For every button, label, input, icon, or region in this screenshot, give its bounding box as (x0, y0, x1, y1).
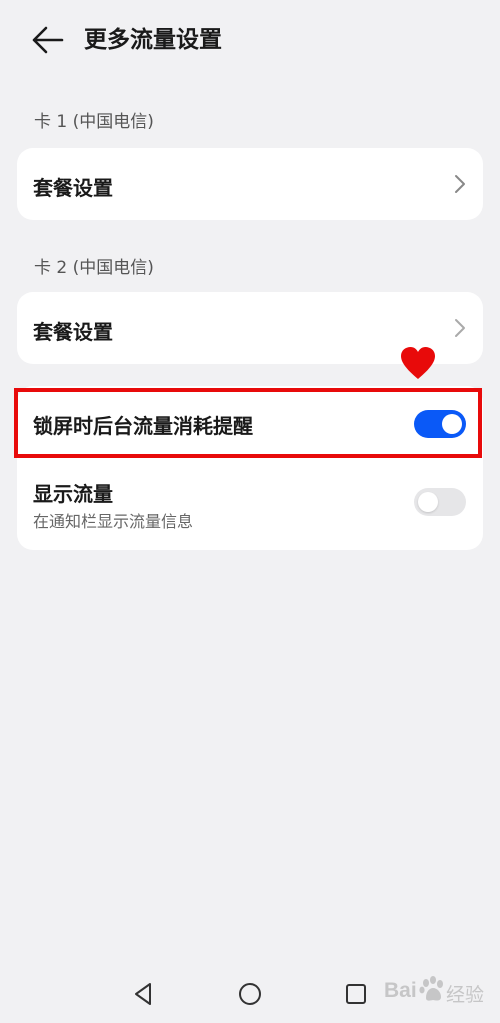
highlight-annotation-box (14, 388, 482, 458)
chevron-right-icon (455, 175, 465, 193)
baidu-watermark: Bai 经验 (384, 975, 494, 1009)
baidu-paw-icon (419, 976, 443, 1001)
section-label-card1: 卡 1 (中国电信) (34, 112, 154, 132)
page-title: 更多流量设置 (84, 27, 222, 53)
card2-plan-settings-label: 套餐设置 (33, 320, 113, 344)
card1-plan-settings-label: 套餐设置 (33, 176, 113, 200)
toggle-knob (418, 492, 438, 512)
show-traffic-row[interactable]: 显示流量 在通知栏显示流量信息 (17, 468, 483, 550)
chevron-right-icon (455, 319, 465, 337)
square-recents-icon (346, 984, 366, 1004)
show-traffic-label: 显示流量 (33, 482, 113, 506)
section-label-card2: 卡 2 (中国电信) (34, 258, 154, 278)
arrow-left-icon (32, 26, 64, 54)
nav-back-button[interactable] (130, 980, 158, 1008)
watermark-text: Bai (384, 979, 417, 1002)
app-header: 更多流量设置 (0, 0, 500, 80)
circle-home-icon (239, 983, 261, 1005)
show-traffic-description: 在通知栏显示流量信息 (33, 512, 194, 531)
back-button[interactable] (30, 22, 70, 58)
triangle-back-icon (135, 983, 151, 1005)
heart-icon (401, 347, 435, 379)
nav-recents-button[interactable] (342, 980, 370, 1008)
card1-plan-settings[interactable]: 套餐设置 (17, 148, 483, 220)
nav-home-button[interactable] (236, 980, 264, 1008)
watermark-suffix: 经验 (446, 984, 485, 1006)
show-traffic-toggle[interactable] (414, 488, 466, 516)
